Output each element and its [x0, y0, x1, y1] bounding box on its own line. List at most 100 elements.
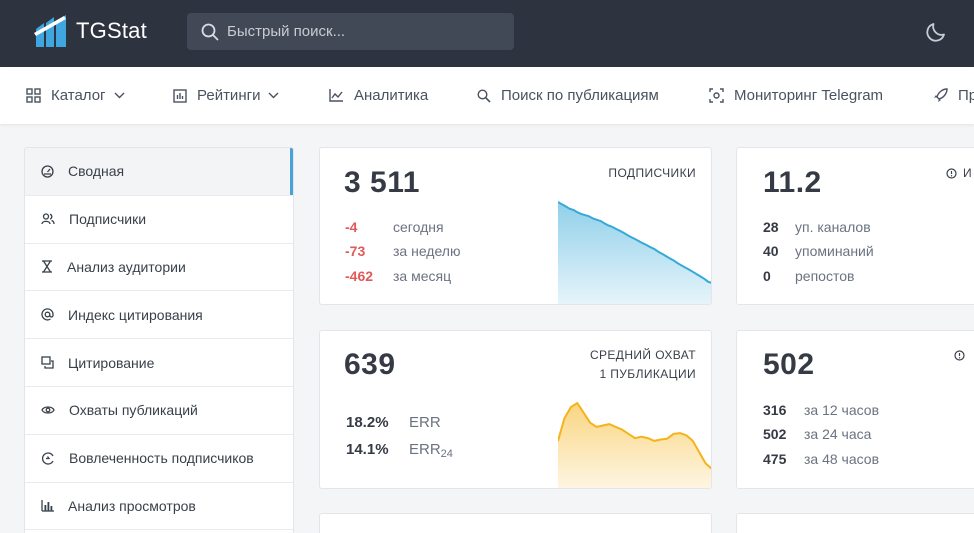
stat-label: за 24 часа	[804, 426, 872, 442]
stat-row-reposts: 0 репостов	[763, 268, 854, 284]
stat-value: 18.2%	[346, 414, 389, 431]
search-input[interactable]	[227, 23, 497, 40]
card-partial-right	[736, 513, 974, 533]
citation-index-value: 11.2	[763, 166, 822, 199]
dashboard-icon	[41, 165, 54, 178]
sidebar-item-summary[interactable]: Сводная	[25, 148, 293, 196]
sidebar-item-label: Сводная	[68, 163, 125, 180]
stat-label: сегодня	[393, 219, 444, 235]
search-icon	[477, 88, 491, 103]
info-icon[interactable]	[954, 350, 965, 361]
stat-label: за 48 часов	[804, 451, 880, 467]
stat-value: 0	[763, 268, 771, 284]
stat-label: за неделю	[393, 243, 461, 259]
users-icon	[41, 213, 55, 225]
hourglass-icon	[42, 260, 52, 274]
nav-item-label: Поиск по публикациям	[501, 87, 659, 104]
logo-text: TGStat	[76, 18, 147, 43]
reach-title-line1: средний охват	[589, 348, 696, 362]
stat-label-sub: 24	[440, 447, 453, 460]
reach-card: 639 средний охват 1 публикации 18.2% ERR…	[319, 330, 712, 489]
views-value: 502	[763, 348, 815, 381]
at-icon	[41, 308, 54, 321]
stat-value: 316	[763, 402, 787, 418]
stat-label: репостов	[795, 268, 855, 284]
subscribers-card-title: подписчики	[608, 166, 696, 180]
nav-item-label: Пр	[958, 87, 974, 104]
chevron-down-icon	[268, 92, 279, 99]
stat-value: -4	[345, 219, 358, 235]
nav-item-label: Мониторинг Telegram	[734, 87, 884, 104]
rocket-icon	[934, 88, 948, 102]
stat-label: ERR	[409, 441, 441, 458]
sidebar: Сводная Подписчики Анализ аудитории Инде…	[24, 147, 294, 533]
sidebar-item-label: Анализ аудитории	[67, 258, 186, 275]
nav-item-label: Каталог	[51, 87, 106, 104]
views-card: 502 316 за 12 часов 502 за 24 часа 475 з…	[736, 330, 974, 489]
stat-row-today: -4 сегодня	[345, 219, 444, 235]
sidebar-item-citation-index[interactable]: Индекс цитирования	[25, 291, 293, 340]
stat-value: -462	[345, 268, 374, 284]
citation-card: 11.2 И 28 уп. каналов 40 упоминаний 0 ре…	[736, 147, 974, 305]
sidebar-item-audience[interactable]: Анализ аудитории	[25, 244, 293, 292]
sidebar-item-views-analysis[interactable]: Анализ просмотров	[25, 483, 293, 531]
reach-card-title: средний охват 1 публикации	[590, 346, 696, 384]
sidebar-item-engagement[interactable]: Вовлеченность подписчиков	[25, 435, 293, 483]
engagement-icon	[41, 452, 54, 465]
chevron-down-icon	[114, 92, 125, 99]
stat-value: 40	[763, 243, 779, 259]
nav-item-catalog[interactable]: Каталог	[26, 67, 125, 124]
reach-title-line2: 1 публикации	[599, 367, 696, 381]
grid-icon	[26, 88, 41, 103]
sidebar-item-label: Цитирование	[68, 354, 155, 371]
subscribers-area-chart	[558, 201, 711, 304]
stat-row-err: 18.2% ERR	[346, 414, 441, 431]
stat-row-mentions: 40 упоминаний	[763, 243, 874, 259]
average-reach-value: 639	[344, 348, 396, 381]
sidebar-item-subscribers[interactable]: Подписчики	[25, 196, 293, 244]
sidebar-item-citations[interactable]: Цитирование	[25, 339, 293, 387]
moon-icon[interactable]	[924, 20, 948, 44]
eye-icon	[41, 406, 55, 415]
stat-row-48h: 475 за 48 часов	[763, 451, 879, 467]
top-header: TGStat	[0, 0, 974, 67]
sidebar-item-label: Анализ просмотров	[68, 497, 196, 514]
stat-value: 14.1%	[346, 441, 389, 458]
nav-item-ratings[interactable]: Рейтинги	[173, 67, 279, 124]
stat-row-24h: 502 за 24 часа	[763, 426, 871, 442]
sidebar-item-label: Подписчики	[69, 211, 147, 228]
nav-item-post-search[interactable]: Поиск по публикациям	[477, 67, 659, 124]
sidebar-item-reach[interactable]: Охваты публикаций	[25, 387, 293, 435]
quick-search[interactable]	[187, 13, 514, 50]
stat-label: ERR	[409, 414, 441, 431]
sidebar-item-label: Индекс цитирования	[68, 306, 203, 323]
stat-row-channels: 28 уп. каналов	[763, 219, 871, 235]
stat-row-month: -462 за месяц	[345, 268, 451, 284]
quote-icon	[41, 356, 54, 369]
reach-area-chart	[558, 402, 711, 488]
logo-icon	[34, 15, 66, 47]
stat-row-12h: 316 за 12 часов	[763, 402, 879, 418]
nav-item-monitoring[interactable]: Мониторинг Telegram	[709, 67, 883, 124]
stat-row-week: -73 за неделю	[345, 243, 460, 259]
nav-item-label: Рейтинги	[197, 87, 261, 104]
logo[interactable]: TGStat	[34, 15, 147, 47]
monitor-icon	[709, 88, 724, 103]
citation-card-title: И	[946, 166, 972, 180]
info-icon[interactable]	[946, 167, 957, 179]
stat-value: -73	[345, 243, 366, 259]
subscribers-count: 3 511	[344, 166, 420, 199]
chart-area-fill	[558, 403, 711, 488]
nav-item-label: Аналитика	[354, 87, 429, 104]
chart-area-fill	[558, 202, 711, 304]
chart-box-icon	[173, 88, 187, 103]
stat-label: за месяц	[393, 268, 452, 284]
stat-value: 502	[763, 426, 787, 442]
nav-item-promo[interactable]: Пр	[933, 67, 974, 124]
sidebar-item-label: Вовлеченность подписчиков	[69, 450, 254, 467]
search-icon	[201, 23, 219, 40]
stat-label: упоминаний	[795, 243, 874, 259]
nav-item-analytics[interactable]: Аналитика	[329, 67, 428, 124]
stat-label: уп. каналов	[795, 219, 871, 235]
stat-label: за 12 часов	[804, 402, 880, 418]
